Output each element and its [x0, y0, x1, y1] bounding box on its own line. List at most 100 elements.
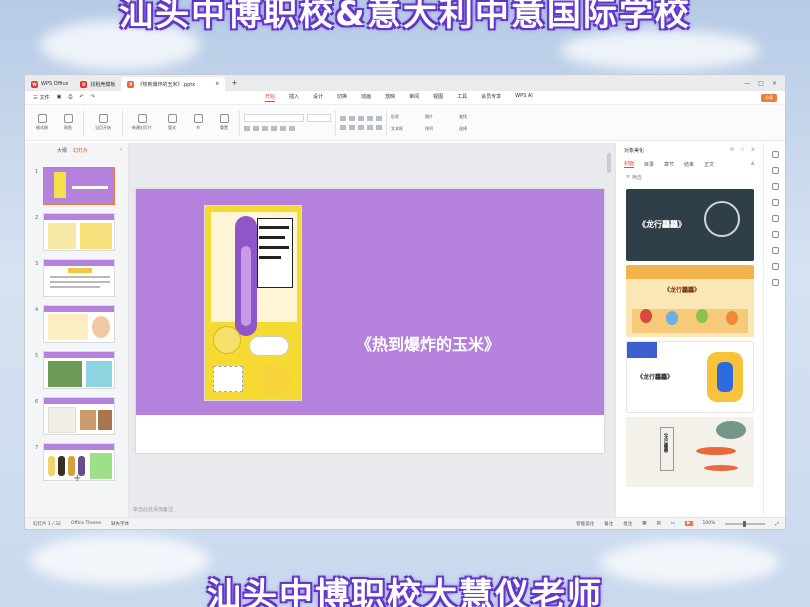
- template-card[interactable]: 《龙行龘龘》: [626, 265, 754, 337]
- canvas-scrollbar[interactable]: [607, 153, 611, 173]
- slide-title[interactable]: 《热到爆炸的玉米》: [356, 331, 500, 355]
- copy-icon[interactable]: [772, 183, 779, 190]
- play-slideshow-icon[interactable]: ▶: [685, 521, 693, 526]
- zoom-level[interactable]: 100%: [703, 521, 716, 526]
- template-card[interactable]: 《龙行龘龘》: [626, 189, 754, 261]
- minimize-icon[interactable]: —: [744, 80, 750, 87]
- more-icon[interactable]: [772, 279, 779, 286]
- tab-wps-ai[interactable]: WPS AI: [515, 93, 533, 102]
- properties-icon[interactable]: [772, 151, 779, 158]
- user-icon[interactable]: ♙: [751, 161, 755, 167]
- tab-review[interactable]: 审阅: [409, 93, 419, 102]
- format-painter-button[interactable]: 格式刷: [31, 114, 53, 131]
- shape-button[interactable]: 形状: [391, 114, 425, 120]
- tab-animation[interactable]: 动画: [361, 93, 371, 102]
- indent-icon[interactable]: [358, 115, 364, 121]
- strikethrough-icon[interactable]: [271, 126, 277, 131]
- underline-icon[interactable]: [262, 126, 268, 131]
- file-menu[interactable]: 三 文件: [33, 94, 50, 101]
- section-button[interactable]: 节: [187, 114, 209, 131]
- image-icon[interactable]: [772, 199, 779, 206]
- font-color-icon[interactable]: [280, 126, 286, 131]
- help-icon[interactable]: [772, 263, 779, 270]
- arrange-button[interactable]: 排列: [425, 126, 459, 132]
- tab-slideshow[interactable]: 放映: [385, 93, 395, 102]
- new-tab-plus-icon[interactable]: +: [231, 79, 237, 87]
- star-icon[interactable]: [772, 167, 779, 174]
- tab-toc[interactable]: 目录: [644, 161, 654, 168]
- align-center-icon[interactable]: [349, 124, 355, 130]
- print-icon[interactable]: ⎙: [68, 94, 72, 101]
- corn-poster-image[interactable]: [204, 205, 302, 401]
- align-right-icon[interactable]: [358, 124, 364, 130]
- tab-member[interactable]: 会员专享: [481, 93, 501, 102]
- collapse-pane-icon[interactable]: ‹: [120, 147, 122, 153]
- star-icon[interactable]: ☆: [740, 147, 744, 153]
- highlight-icon[interactable]: [289, 126, 295, 131]
- slide-thumbnail[interactable]: 6: [25, 397, 125, 437]
- smart-beautify-button[interactable]: 智能美化: [576, 521, 594, 527]
- tab-wps-office[interactable]: W WPS Office: [25, 77, 74, 91]
- tab-template[interactable]: D 找稻壳模板: [74, 77, 121, 91]
- paste-button[interactable]: 粘贴: [57, 114, 79, 131]
- tab-transition[interactable]: 切换: [337, 93, 347, 102]
- bullet-list-icon[interactable]: [340, 115, 346, 121]
- refresh-icon[interactable]: ⟳: [730, 147, 734, 153]
- slide-thumbnail[interactable]: 3: [25, 259, 125, 299]
- layout-icon[interactable]: [772, 231, 779, 238]
- template-card[interactable]: 《龙行龘龘》: [626, 417, 754, 487]
- tab-document[interactable]: P 《热到爆炸的玉米》.pptx ×: [121, 77, 226, 91]
- find-button[interactable]: 查找: [459, 114, 493, 120]
- justify-icon[interactable]: [367, 124, 373, 130]
- close-icon[interactable]: ×: [215, 81, 219, 87]
- tab-home[interactable]: 开始: [265, 93, 276, 102]
- numbered-list-icon[interactable]: [349, 115, 355, 121]
- save-icon[interactable]: ▣: [57, 94, 62, 101]
- layout-button[interactable]: 版式: [161, 114, 183, 131]
- slide-thumbnail[interactable]: 5: [25, 351, 125, 391]
- tab-body[interactable]: 正文: [704, 161, 714, 168]
- add-slide-button[interactable]: +: [73, 473, 81, 484]
- tab-tools[interactable]: 工具: [457, 93, 467, 102]
- maximize-icon[interactable]: □: [758, 80, 764, 87]
- beautify-icon[interactable]: [772, 215, 779, 222]
- tab-ending[interactable]: 结束: [684, 161, 694, 168]
- zoom-slider[interactable]: [725, 520, 766, 527]
- play-from-current-button[interactable]: 当页开始: [88, 114, 118, 131]
- new-slide-button[interactable]: 新建幻灯片: [127, 114, 157, 131]
- tab-outline[interactable]: 大纲: [57, 147, 67, 154]
- font-size-select[interactable]: [307, 114, 331, 122]
- font-family-select[interactable]: [244, 114, 304, 122]
- tab-design[interactable]: 设计: [313, 93, 323, 102]
- italic-icon[interactable]: [253, 126, 259, 131]
- template-card[interactable]: 《龙行龘龘》: [626, 341, 754, 413]
- current-slide[interactable]: 《热到爆炸的玉米》: [136, 189, 604, 453]
- tab-view[interactable]: 视图: [433, 93, 443, 102]
- bold-icon[interactable]: [244, 126, 250, 131]
- select-button[interactable]: 选择: [459, 126, 493, 132]
- slide-thumbnail[interactable]: 4: [25, 305, 125, 345]
- tab-slides[interactable]: 幻灯片: [73, 147, 88, 154]
- notes-toggle[interactable]: 备注: [604, 521, 613, 527]
- columns-icon[interactable]: [376, 124, 382, 130]
- undo-icon[interactable]: ↶: [79, 94, 83, 101]
- reading-view-icon[interactable]: ▭: [671, 521, 675, 526]
- panel-title[interactable]: 对象美化: [624, 147, 644, 154]
- sorter-view-icon[interactable]: ▤: [657, 521, 661, 526]
- outdent-icon[interactable]: [367, 115, 373, 121]
- picture-button[interactable]: 图片: [425, 114, 459, 120]
- comments-toggle[interactable]: 批注: [623, 521, 632, 527]
- slide-thumbnail[interactable]: 2: [25, 213, 125, 253]
- filter-dropdown[interactable]: ≡ 筛选: [616, 171, 763, 183]
- slide-thumbnail[interactable]: 1: [25, 167, 125, 207]
- tab-chapter[interactable]: 章节: [664, 161, 674, 168]
- fit-window-icon[interactable]: ⤢: [775, 521, 779, 527]
- tab-cover[interactable]: 封面: [624, 160, 635, 168]
- theme-name[interactable]: Office Theme: [71, 521, 101, 526]
- tab-insert[interactable]: 插入: [289, 93, 299, 102]
- close-icon[interactable]: ×: [751, 147, 755, 153]
- reset-button[interactable]: 重置: [213, 114, 235, 131]
- missing-font-indicator[interactable]: 缺失字体: [111, 521, 129, 527]
- share-button[interactable]: 分享: [761, 93, 777, 102]
- normal-view-icon[interactable]: ▦: [642, 521, 646, 526]
